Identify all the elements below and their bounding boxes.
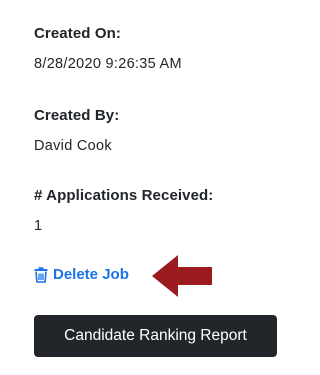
applications-received-label: # Applications Received: [34,187,214,204]
candidate-ranking-report-button[interactable]: Candidate Ranking Report [34,315,277,357]
trash-icon [34,266,48,283]
delete-job-link[interactable]: Delete Job [34,266,129,283]
applications-received-value: 1 [34,218,43,234]
created-on-value: 8/28/2020 9:26:35 AM [34,56,182,72]
arrow-left-icon [152,255,212,297]
created-by-label: Created By: [34,107,120,124]
created-on-label: Created On: [34,25,121,42]
delete-job-label: Delete Job [53,266,129,283]
created-by-value: David Cook [34,138,112,154]
